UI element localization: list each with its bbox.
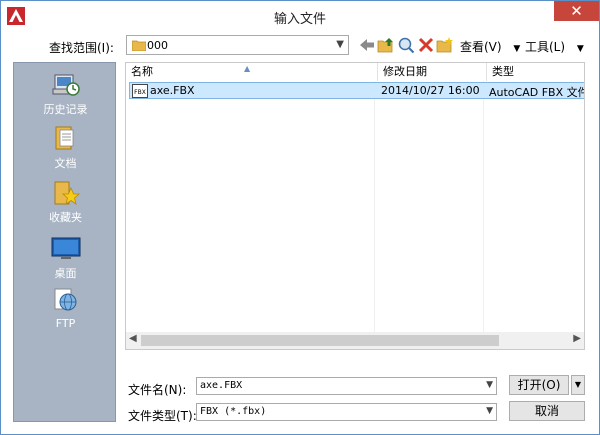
place-ftp[interactable]: FTP [14,285,117,330]
view-menu-label: 查看(V) [460,40,502,54]
place-label: 桌面 [54,267,77,280]
sort-ascending-icon: ▲ [244,64,251,73]
file-name-label: 文件名(N): [128,383,187,397]
place-history[interactable]: 历史记录 [14,69,117,117]
file-type-select[interactable]: FBX (*.fbx) ▼ [196,403,497,421]
delete-icon[interactable] [417,36,435,54]
places-bar: 历史记录 文档 收藏夹 桌面 FTP [13,62,116,422]
file-name-input[interactable]: axe.FBX ▼ [196,377,497,395]
desktop-icon [51,237,80,259]
place-label: 历史记录 [43,103,88,116]
folder-icon [132,40,146,51]
close-button[interactable]: ✕ [554,1,599,21]
up-folder-icon[interactable] [377,36,395,54]
column-header-name[interactable]: 名称 ▲ [126,63,378,81]
view-menu-button[interactable]: 查看(V) ▼ [460,38,520,55]
file-name-value: axe.FBX [200,380,243,391]
look-in-label: 查找范围(I): [49,41,114,55]
new-folder-icon[interactable] [436,36,454,54]
chevron-down-icon: ▼ [574,380,582,389]
column-header-date[interactable]: 修改日期 [378,63,487,81]
tools-menu-label: 工具(L) [525,40,566,54]
column-header-label: 名称 [131,65,153,78]
chevron-down-icon: ▼ [513,44,521,54]
column-header-type[interactable]: 类型 [487,63,584,81]
documents-icon [55,126,73,150]
scroll-left-icon[interactable]: ◀ [129,333,137,344]
column-divider [483,81,484,333]
ftp-icon [54,288,76,311]
open-options-dropdown[interactable]: ▼ [571,375,585,395]
place-label: FTP [55,317,76,330]
column-header-label: 修改日期 [383,65,427,78]
search-web-icon[interactable] [397,36,415,54]
chevron-down-icon: ▼ [576,44,584,54]
history-icon [52,74,80,96]
look-in-select[interactable]: 000 ▼ [126,35,349,55]
file-icon-text: FBX [134,89,146,96]
chevron-down-icon[interactable]: ▼ [336,39,344,50]
scroll-right-icon[interactable]: ▶ [573,333,581,344]
file-type-value: FBX (*.fbx) [200,406,267,417]
place-label: 文档 [54,157,77,170]
table-row[interactable]: FBX axe.FBX 2014/10/27 16:00 AutoCAD FBX… [129,82,585,99]
window-title: 输入文件 [273,12,326,27]
column-divider [374,81,375,333]
horizontal-scrollbar[interactable]: ◀ ▶ [126,332,584,349]
file-type: AutoCAD FBX 文件 [489,86,585,99]
open-button[interactable]: 打开(O) [509,375,569,395]
file-name: axe.FBX [150,84,195,97]
place-favorites[interactable]: 收藏夹 [14,177,117,225]
fbx-file-icon: FBX [132,84,148,98]
column-header-label: 类型 [492,65,514,78]
place-label: 收藏夹 [49,211,82,224]
file-type-label: 文件类型(T): [128,409,197,423]
file-list[interactable]: 名称 ▲ 修改日期 类型 FBX axe.FBX 2014/10/27 16:0… [125,62,585,350]
scrollbar-thumb[interactable] [141,335,499,346]
file-open-dialog: 输入文件 ✕ 查找范围(I): 000 ▼ 查看(V) ▼ 工具(L) ▼ 历史… [0,0,600,435]
file-date: 2014/10/27 16:00 [381,84,480,97]
tools-menu-button[interactable]: 工具(L) ▼ [525,38,584,55]
chevron-down-icon[interactable]: ▼ [486,380,493,390]
place-desktop[interactable]: 桌面 [14,233,117,281]
chevron-down-icon[interactable]: ▼ [486,406,493,416]
cancel-button[interactable]: 取消 [509,401,585,421]
back-arrow-icon[interactable] [358,36,376,54]
look-in-value: 000 [147,39,168,52]
favorites-icon [54,181,80,205]
place-documents[interactable]: 文档 [14,123,117,171]
title-bar: 输入文件 ✕ [1,1,599,31]
